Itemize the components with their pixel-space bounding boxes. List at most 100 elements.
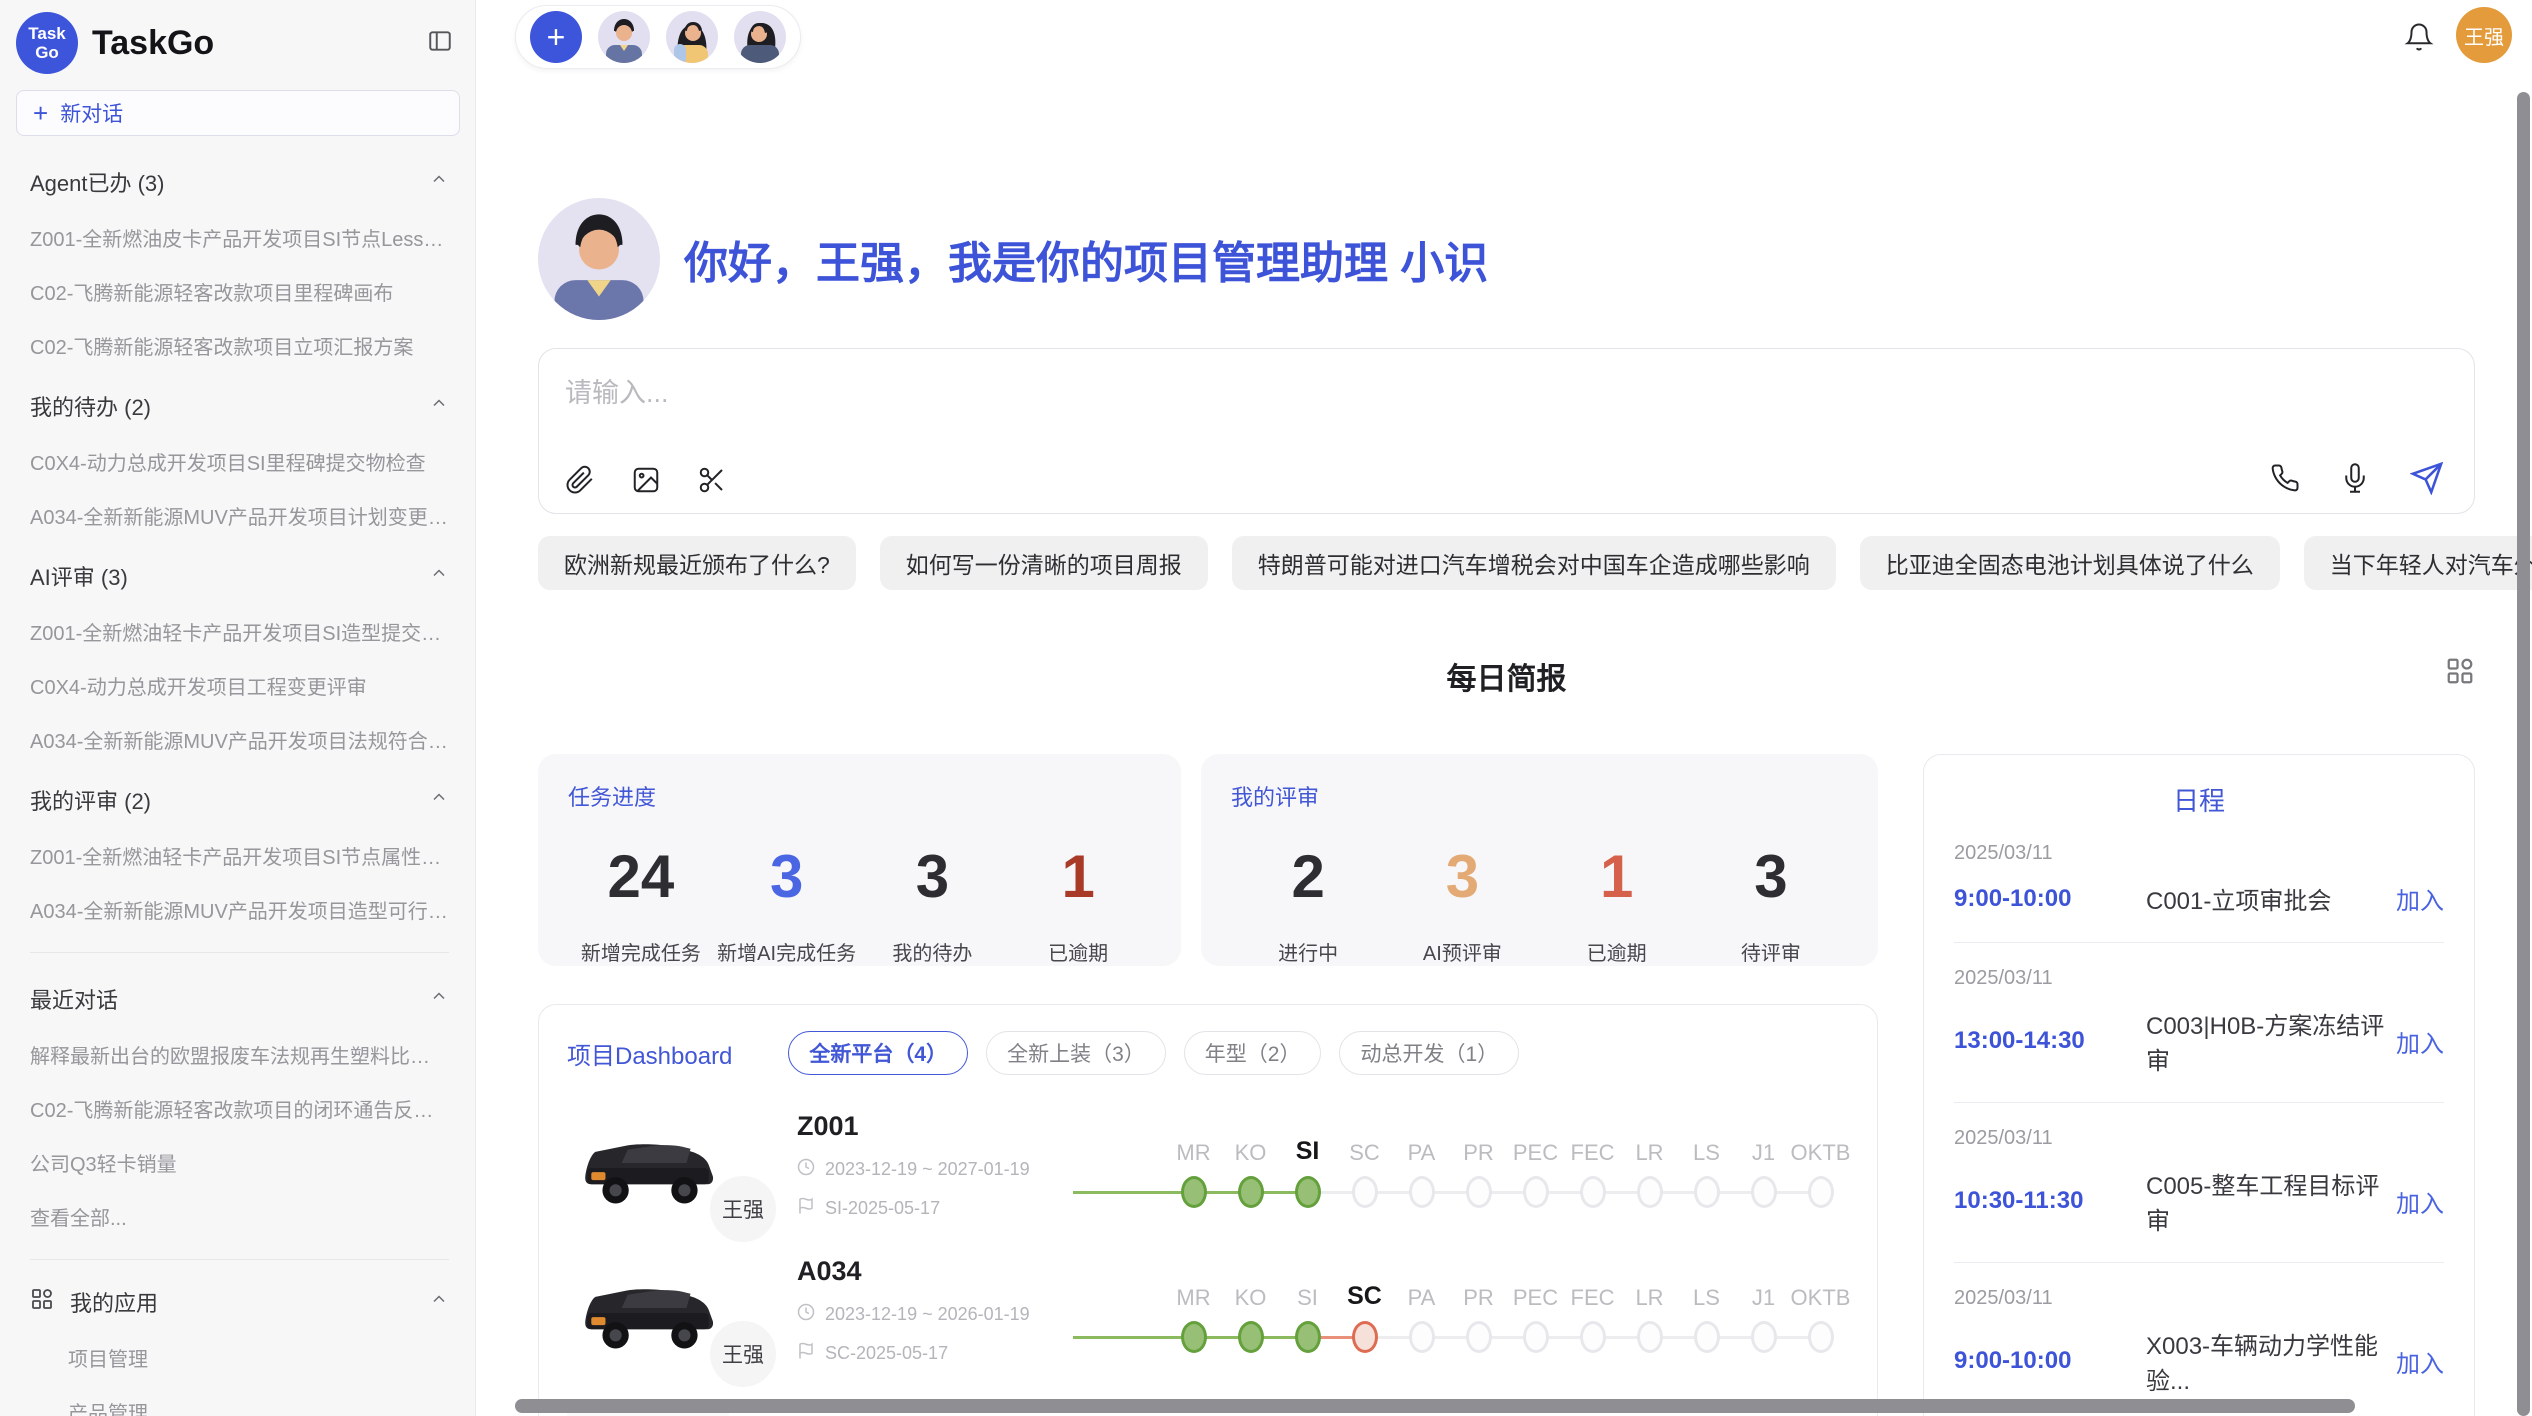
schedule-item: 2025/03/11 10:30-11:30 C005-整车工程目标评审 加入 [1954, 1127, 2444, 1236]
clock-icon [797, 1303, 815, 1326]
project-code: A034 [797, 1256, 1052, 1287]
divider [30, 952, 449, 953]
sidebar-item-view-all[interactable]: 查看全部... [30, 1202, 449, 1231]
sidebar-item[interactable]: Z001-全新燃油轻卡产品开发项目SI造型提交物评审 [30, 617, 449, 646]
chevron-up-icon [429, 169, 449, 195]
sidebar-item[interactable]: A034-全新新能源MUV产品开发项目计划变更表编写 [30, 501, 449, 530]
sidebar-body: Agent已办 (3) Z001-全新燃油皮卡产品开发项目SI节点Lesson … [0, 166, 475, 1416]
sidebar-item[interactable]: 公司Q3轻卡销量 [30, 1148, 449, 1177]
add-assistant-button[interactable]: + [530, 11, 582, 63]
chevron-up-icon [429, 393, 449, 419]
schedule-item: 2025/03/11 13:00-14:30 C003|H0B-方案冻结评审 加… [1954, 967, 2444, 1076]
greeting-text: 你好，王强，我是你的项目管理助理 小识 [684, 227, 1488, 291]
join-button[interactable]: 加入 [2396, 1344, 2444, 1379]
milestone-node: OKTB [1792, 1269, 1849, 1353]
logo-line2: Go [35, 43, 59, 62]
sidebar-item[interactable]: Z001-全新燃油皮卡产品开发项目SI节点Lesson Learn报告 [30, 223, 449, 252]
dashboard-filters: 全新平台（4） 全新上装（3） 年型（2） 动总开发（1） [788, 1031, 1519, 1075]
user-avatar[interactable]: 王强 [2456, 7, 2512, 63]
stat: 2进行中 [1231, 842, 1385, 966]
milestone-node: LS [1678, 1124, 1735, 1208]
stat: 3AI预评审 [1385, 842, 1539, 966]
sidebar-section-my-apps[interactable]: 我的应用 [30, 1286, 449, 1318]
chevron-up-icon [429, 563, 449, 589]
divider [30, 1259, 449, 1260]
milestone-node: PR [1450, 1269, 1507, 1353]
image-upload-icon[interactable] [631, 465, 661, 495]
horizontal-scrollbar[interactable] [515, 1399, 2355, 1413]
sidebar-item[interactable]: 解释最新出台的欧盟报废车法规再生塑料比例被调至15%... [30, 1040, 449, 1069]
card-title: 任务进度 [568, 780, 1151, 812]
stats-row: 任务进度 24新增完成任务 3新增AI完成任务 3我的待办 1已逾期 我的评审 [538, 754, 1878, 966]
assistant-avatar-3[interactable] [734, 11, 786, 63]
milestone-node: SC [1336, 1124, 1393, 1208]
stat: 1已逾期 [1540, 842, 1694, 966]
sidebar-item[interactable]: C02-飞腾新能源轻客改款项目立项汇报方案 [30, 331, 449, 360]
sidebar-item-product-mgmt[interactable]: 产品管理 [68, 1397, 449, 1416]
suggestion-chip[interactable]: 欧洲新规最近颁布了什么? [538, 536, 856, 590]
sidebar-item[interactable]: C0X4-动力总成开发项目SI里程碑提交物检查 [30, 447, 449, 476]
event-date: 2025/03/11 [1954, 842, 2444, 865]
sidebar-item[interactable]: Z001-全新燃油轻卡产品开发项目SI节点属性5D文件评审 [30, 841, 449, 870]
suggestion-chip[interactable]: 比亚迪全固态电池计划具体说了什么 [1860, 536, 2280, 590]
sidebar-section-ai-review[interactable]: AI评审 (3) [30, 560, 449, 592]
collapse-sidebar-icon[interactable] [427, 28, 453, 59]
milestone-node: FEC [1564, 1124, 1621, 1208]
project-row[interactable]: 王强 Z001 2023-12-19 ~ 2027-01-19 [567, 1111, 1849, 1220]
sidebar-item[interactable]: A034-全新新能源MUV产品开发项目法规符合性评审 [30, 725, 449, 754]
sidebar-item[interactable]: C02-飞腾新能源轻客改款项目的闭环通告反馈情况 [30, 1094, 449, 1123]
filter-chip[interactable]: 全新上装（3） [986, 1031, 1166, 1075]
assistant-avatar-2[interactable] [666, 11, 718, 63]
new-chat-button[interactable]: + 新对话 [16, 90, 460, 136]
divider [1954, 1262, 2444, 1263]
stat: 3待评审 [1694, 842, 1848, 966]
assistant-avatar-1[interactable] [598, 11, 650, 63]
join-button[interactable]: 加入 [2396, 1024, 2444, 1059]
filter-chip[interactable]: 动总开发（1） [1339, 1031, 1519, 1075]
app-root: Task Go TaskGo + 新对话 Agent已办 (3) Z001-全新… [0, 0, 2532, 1416]
notifications-bell-icon[interactable] [2404, 22, 2434, 57]
sidebar-item[interactable]: C0X4-动力总成开发项目工程变更评审 [30, 671, 449, 700]
join-button[interactable]: 加入 [2396, 881, 2444, 916]
main-area: + 王强 你好，王强，我是你的项目管理助理 [476, 0, 2532, 1416]
milestone-node: FEC [1564, 1269, 1621, 1353]
attachment-icon[interactable] [565, 465, 595, 495]
milestone-node: KO [1222, 1124, 1279, 1208]
sidebar-item[interactable]: C02-飞腾新能源轻客改款项目里程碑画布 [30, 277, 449, 306]
suggestion-chip[interactable]: 特朗普可能对进口汽车增税会对中国车企造成哪些影响 [1232, 536, 1836, 590]
suggestion-chip[interactable]: 当下年轻人对汽车外观有怎样的喜好趋势 [2304, 536, 2532, 590]
flag-icon [797, 1342, 815, 1365]
project-row[interactable]: 王强 A034 2023-12-19 ~ 2026-01-19 [567, 1256, 1849, 1365]
milestone-node: LS [1678, 1269, 1735, 1353]
sidebar-section-my-review[interactable]: 我的评审 (2) [30, 784, 449, 816]
sidebar-item[interactable]: A034-全新新能源MUV产品开发项目造型可行性评审 [30, 895, 449, 924]
assistant-switcher: + [515, 5, 801, 69]
chat-input[interactable]: 请输入... [538, 348, 2475, 514]
section-title: 最近对话 [30, 983, 118, 1015]
topbar: + 王强 [476, 0, 2532, 72]
section-title: 我的应用 [70, 1286, 158, 1318]
event-time: 9:00-10:00 [1954, 1347, 2146, 1375]
filter-chip[interactable]: 年型（2） [1184, 1031, 1322, 1075]
sidebar-section-agent-done[interactable]: Agent已办 (3) [30, 166, 449, 198]
filter-chip[interactable]: 全新平台（4） [788, 1031, 968, 1075]
chevron-up-icon [429, 787, 449, 813]
vertical-scrollbar[interactable] [2517, 92, 2530, 1416]
sidebar-section-my-todo[interactable]: 我的待办 (2) [30, 390, 449, 422]
microphone-icon[interactable] [2340, 463, 2370, 493]
schedule-card: 日程 2025/03/11 9:00-10:00 C001-立项审批会 加入 2 [1923, 754, 2475, 1416]
screenshot-scissors-icon[interactable] [697, 465, 727, 495]
sidebar-item-project-mgmt[interactable]: 项目管理 [68, 1343, 449, 1372]
stat: 3我的待办 [860, 842, 1006, 966]
send-icon[interactable] [2410, 461, 2444, 495]
milestone-node: KO [1222, 1269, 1279, 1353]
voice-call-icon[interactable] [2270, 463, 2300, 493]
layout-grid-icon[interactable] [2445, 656, 2475, 691]
join-button[interactable]: 加入 [2396, 1184, 2444, 1219]
plus-icon: + [33, 100, 48, 126]
sidebar-section-recent-chats[interactable]: 最近对话 [30, 983, 449, 1015]
input-tools [565, 465, 727, 495]
logo-line1: Task [28, 24, 66, 43]
app-logo: Task Go [16, 12, 78, 74]
suggestion-chip[interactable]: 如何写一份清晰的项目周报 [880, 536, 1208, 590]
